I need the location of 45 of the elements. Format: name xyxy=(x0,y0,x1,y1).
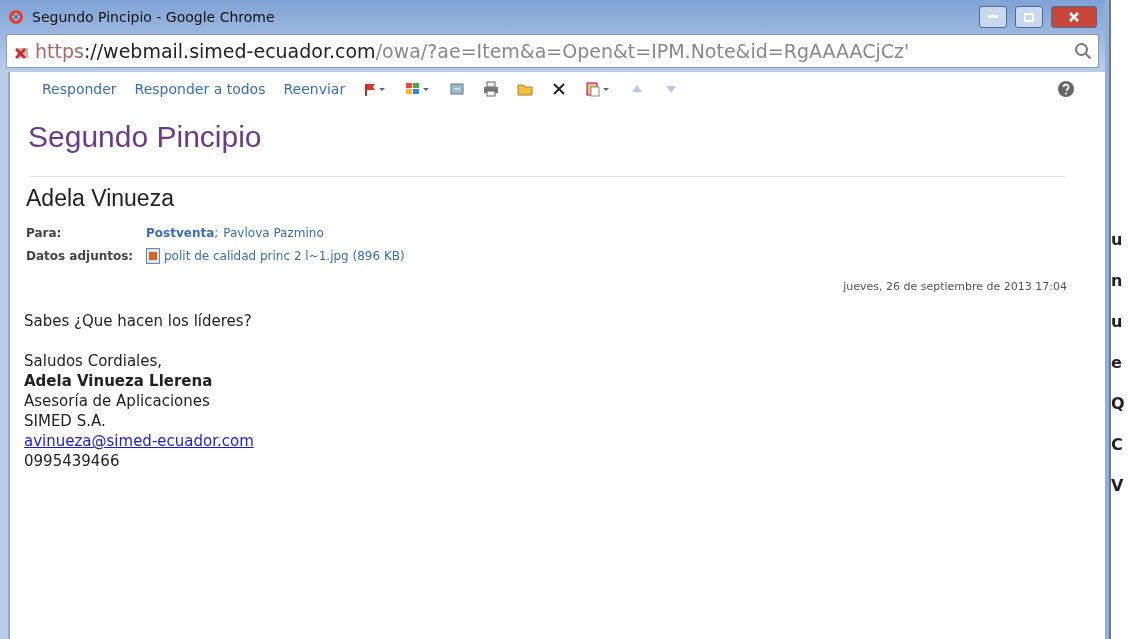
folder-icon[interactable] xyxy=(517,81,534,97)
partial-text: u xyxy=(1111,230,1124,249)
body-text: SIMED S.A. xyxy=(24,411,107,431)
body-text: Sabes ¿Que hacen los líderes? xyxy=(24,311,253,331)
partial-text: u xyxy=(1111,312,1124,331)
maximize-button[interactable] xyxy=(1015,6,1043,28)
image-file-icon xyxy=(146,248,160,264)
address-bar[interactable]: https://webmail.simed-ecuador.com/owa/?ae=Item&a=Open&t=IPM.Note&id=RgAAAACjCz' xyxy=(6,34,1099,68)
separator-text: ; xyxy=(214,226,219,240)
toolbar-link[interactable]: Responder xyxy=(42,81,117,97)
partial-text: V xyxy=(1111,476,1125,495)
toolbar-link[interactable]: Responder a todos xyxy=(134,81,266,97)
body-text: 0995439466 xyxy=(24,451,121,471)
partial-text: Q xyxy=(1111,394,1126,413)
body-text: Asesoría de Aplicaciones xyxy=(24,391,211,411)
categories-icon[interactable] xyxy=(405,81,432,97)
print-icon[interactable] xyxy=(483,81,500,97)
clipboard-icon[interactable] xyxy=(585,81,612,97)
signature-name: Adela Vinueza Llerena xyxy=(24,371,214,391)
partial-text: C xyxy=(1111,435,1124,454)
help-icon[interactable] xyxy=(1057,80,1075,98)
minimize-button[interactable] xyxy=(979,6,1007,28)
sender-name: Adela Vinueza xyxy=(25,184,175,212)
recipient-link[interactable]: Pavlova Pazmino xyxy=(223,226,324,240)
message-subject: Segundo Pincipio xyxy=(27,119,263,154)
body-text: Saludos Cordiales, xyxy=(24,351,164,371)
attachments-label: Datos adjuntos: xyxy=(26,249,135,263)
attachment-link[interactable]: polit de calidad princ 2 l~1.jpg (896 KB) xyxy=(164,249,405,263)
close-button[interactable] xyxy=(1051,6,1097,28)
url-text: https://webmail.simed-ecuador.com/owa/?ae=Item&a=Open&t=IPM.Note&id=RgAAAACjCz' xyxy=(35,40,910,62)
message-date: jueves, 26 de septiembre de 2013 17:04 xyxy=(843,280,1067,293)
delete-icon[interactable] xyxy=(551,81,568,97)
email-link[interactable]: avinueza@simed-ecuador.com xyxy=(24,432,254,450)
window-title: Segundo Pincipio - Google Chrome xyxy=(32,9,276,25)
partial-text: e xyxy=(1111,353,1123,372)
flag-icon[interactable] xyxy=(363,81,388,97)
maximize-icon xyxy=(1024,12,1034,22)
toolbar-link[interactable]: Reenviar xyxy=(283,81,346,97)
partial-text: n xyxy=(1111,271,1124,290)
browser-logo-icon xyxy=(8,9,24,25)
search-icon[interactable] xyxy=(1074,42,1092,60)
minimize-icon xyxy=(988,15,998,19)
close-icon xyxy=(1069,12,1079,22)
to-label: Para: xyxy=(26,226,63,240)
move-icon[interactable] xyxy=(449,81,466,97)
